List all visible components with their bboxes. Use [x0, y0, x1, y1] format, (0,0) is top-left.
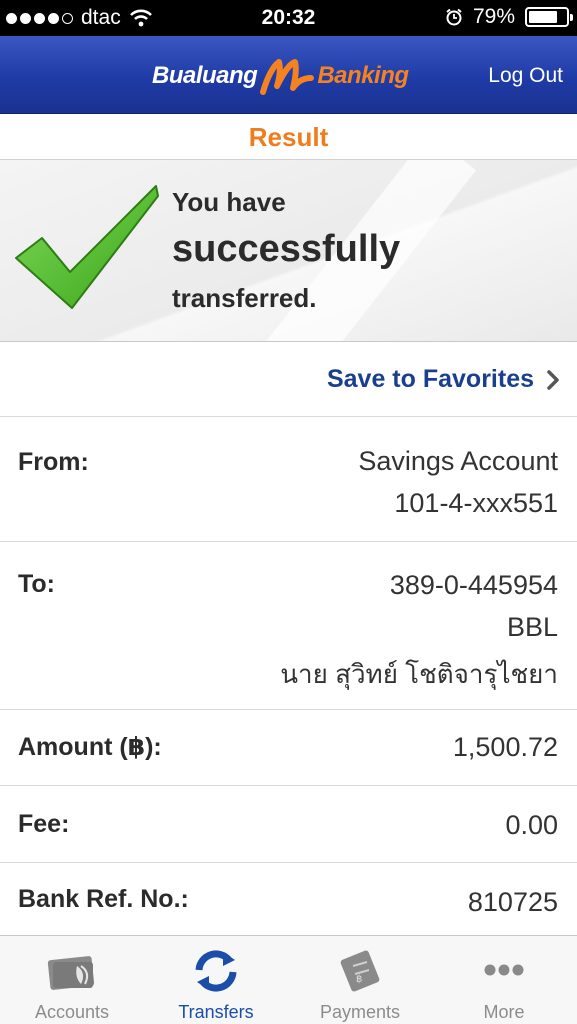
accounts-icon	[47, 956, 95, 990]
to-account-number: 389-0-445954	[389, 570, 558, 600]
amount-value: 1,500.72	[452, 732, 558, 762]
save-to-favorites-row[interactable]: Save to Favorites	[0, 343, 577, 417]
tab-transfers[interactable]: Transfers	[144, 936, 288, 1024]
status-right: 79%	[445, 5, 573, 29]
tab-accounts[interactable]: Accounts	[0, 936, 144, 1024]
to-row: To: 389-0-445954 BBL นาย สุวิทย์ โชติจาร…	[0, 542, 577, 710]
result-title: Result	[0, 114, 577, 160]
from-row: From: Savings Account 101-4-xxx551	[0, 418, 577, 542]
more-icon	[484, 964, 524, 976]
logo-text-left: Bualuang	[152, 62, 258, 89]
svg-text:฿: ฿	[356, 974, 362, 985]
tab-label: Accounts	[34, 1002, 110, 1022]
tab-more[interactable]: More	[432, 936, 576, 1024]
tab-label: Payments	[319, 1002, 401, 1022]
to-account-name: นาย สุวิทย์ โชติจารุไชยา	[280, 659, 558, 689]
logout-button[interactable]: Log Out	[488, 64, 563, 88]
from-account-number: 101-4-xxx551	[394, 488, 558, 518]
success-line-1: You have	[172, 187, 286, 217]
fee-value: 0.00	[505, 810, 558, 840]
status-bar: dtac 20:32 79%	[0, 0, 577, 36]
payments-icon: ฿	[340, 950, 380, 992]
save-to-favorites-link[interactable]: Save to Favorites	[327, 365, 534, 394]
chevron-right-icon	[547, 370, 559, 390]
to-bank: BBL	[506, 612, 558, 642]
m-logo-icon	[260, 59, 315, 95]
amount-label: Amount (฿):	[18, 733, 162, 761]
tab-label: More	[483, 1002, 525, 1022]
success-line-2: successfully	[172, 228, 401, 270]
to-label: To:	[18, 570, 56, 598]
nav-bar: Bualuang Banking Log Out	[0, 36, 577, 114]
amount-row: Amount (฿): 1,500.72	[0, 710, 577, 786]
success-panel: You have successfully transferred.	[0, 160, 577, 342]
bank-ref-label: Bank Ref. No.:	[18, 885, 189, 913]
alarm-icon	[446, 8, 462, 26]
logo-text-right: Banking	[317, 62, 409, 89]
transfers-icon	[195, 950, 237, 992]
battery-fill	[529, 11, 558, 23]
checkmark-icon	[15, 185, 159, 309]
fee-row: Fee: 0.00	[0, 786, 577, 863]
from-label: From:	[18, 448, 89, 476]
battery-icon	[525, 7, 573, 27]
from-account-type: Savings Account	[358, 446, 558, 476]
bank-ref-value: 810725	[467, 887, 558, 917]
battery-percent: 79%	[472, 5, 515, 28]
tab-bar: Accounts Transfers ฿ Payments More	[0, 935, 577, 1024]
tab-label: Transfers	[178, 1002, 254, 1022]
tab-payments[interactable]: ฿ Payments	[288, 936, 432, 1024]
bank-ref-row: Bank Ref. No.: 810725	[0, 863, 577, 935]
success-line-3: transferred.	[172, 283, 317, 313]
fee-label: Fee:	[18, 810, 70, 838]
bualuang-mbanking-logo: Bualuang Banking	[152, 56, 409, 96]
